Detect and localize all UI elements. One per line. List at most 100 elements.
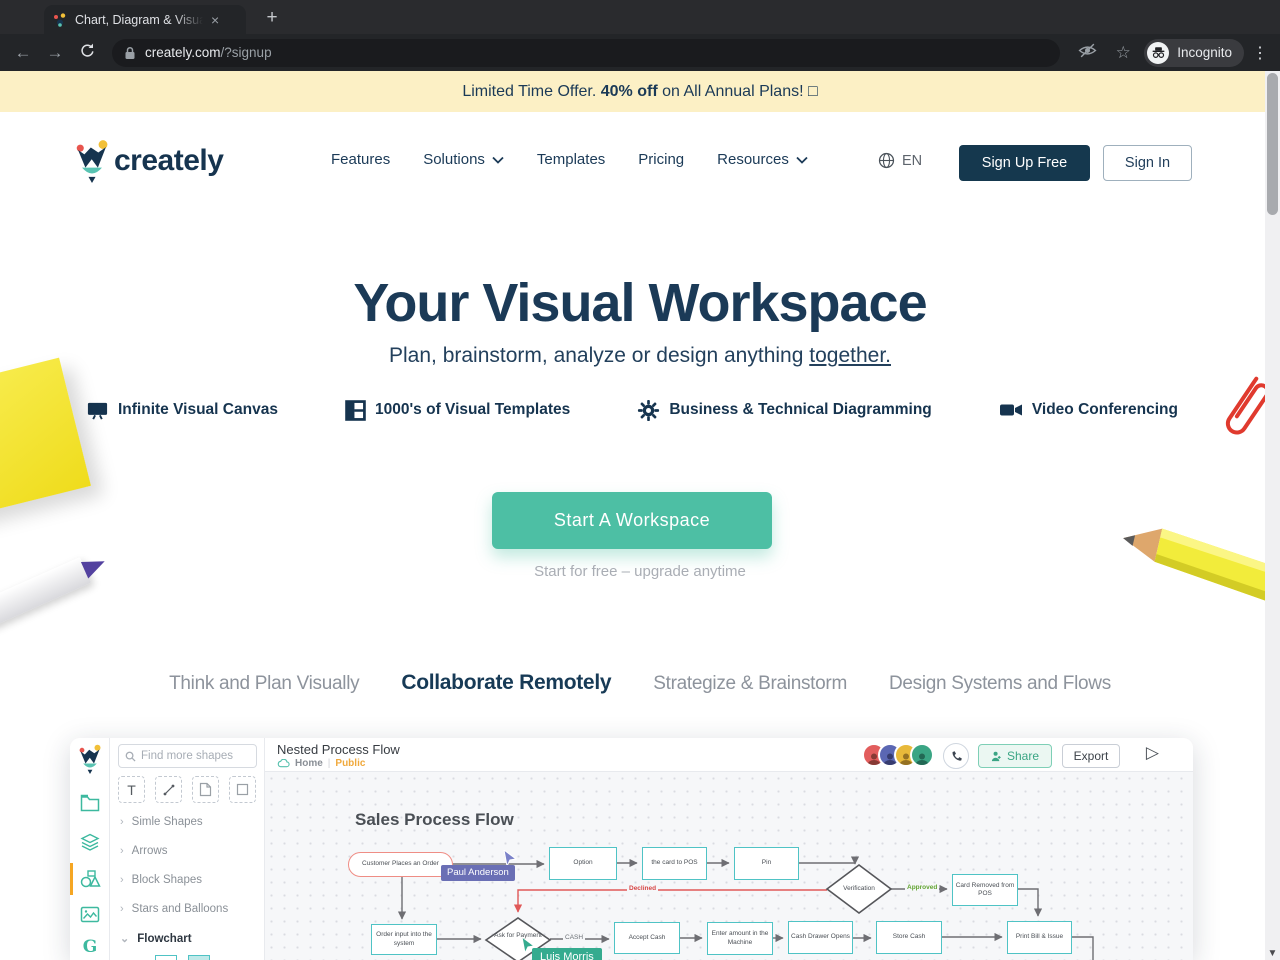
reload-icon[interactable]: [74, 42, 100, 64]
flow-node-cash-drawer[interactable]: Cash Drawer Opens: [788, 921, 853, 954]
cursor-arrow-paul: [503, 850, 517, 866]
hero-together-link[interactable]: together.: [809, 344, 891, 367]
breadcrumb-home[interactable]: Home: [295, 758, 323, 769]
chevron-down-icon: [796, 156, 808, 164]
incognito-label: Incognito: [1177, 45, 1232, 60]
flow-node-ask-payment[interactable]: Ask for Payment: [493, 932, 543, 940]
bookmark-star-icon[interactable]: ☆: [1108, 43, 1138, 63]
tab-collaborate[interactable]: Collaborate Remotely: [401, 671, 611, 695]
rail-layers-icon[interactable]: [70, 830, 110, 856]
creately-app-logo-icon: [78, 744, 102, 779]
app-left-rail: G: [70, 738, 110, 960]
flowchart-shape-thumb[interactable]: [155, 955, 177, 960]
export-button[interactable]: Export: [1062, 744, 1120, 768]
cursor-label-luis: Luis Morris: [532, 948, 602, 960]
promo-highlight: 40% off: [600, 82, 658, 100]
scrollbar-thumb[interactable]: [1267, 73, 1278, 215]
flowchart-shape-thumb[interactable]: [188, 955, 210, 960]
sticky-note-decoration: [0, 357, 91, 519]
template-grid-icon: [345, 399, 366, 421]
text-tool-button[interactable]: T: [118, 776, 145, 803]
tab-think-plan[interactable]: Think and Plan Visually: [169, 673, 360, 695]
tab-close-icon[interactable]: ×: [211, 13, 219, 27]
tab-design-systems[interactable]: Design Systems and Flows: [889, 673, 1111, 695]
tab-strategize[interactable]: Strategize & Brainstorm: [653, 673, 847, 695]
app-preview: G T ›Simle Shapes ›Arrows ›Block Shapes …: [70, 738, 1193, 960]
section-block-shapes[interactable]: › Block Shapes: [120, 874, 202, 886]
tab-title: Chart, Diagram & Visual W: [75, 12, 203, 27]
nav-features[interactable]: Features: [331, 151, 390, 168]
feature-strip: Infinite Visual Canvas 1000's of Visual …: [86, 398, 1178, 422]
cloud-icon: [277, 759, 290, 768]
chevron-down-icon: [492, 156, 504, 164]
present-play-icon[interactable]: ▷: [1146, 743, 1159, 763]
section-tabs: Think and Plan Visually Collaborate Remo…: [0, 671, 1280, 695]
promo-banner[interactable]: Limited Time Offer. 40% off on All Annua…: [0, 71, 1280, 112]
browser-menu-icon[interactable]: ⋮: [1250, 43, 1270, 63]
shape-sidebar: T ›Simle Shapes ›Arrows ›Block Shapes ›S…: [110, 738, 265, 960]
flow-node-store-cash[interactable]: Store Cash: [876, 921, 942, 954]
incognito-icon: [1147, 41, 1170, 64]
hero-title: Your Visual Workspace: [353, 273, 927, 333]
section-arrows[interactable]: › Arrows: [120, 845, 167, 857]
new-tab-button[interactable]: +: [260, 6, 284, 30]
flow-node-verification[interactable]: Verification: [829, 885, 889, 893]
flow-node-order-input[interactable]: Order input into the system: [371, 924, 437, 955]
rail-shapes-icon[interactable]: [70, 863, 110, 895]
search-icon: [125, 751, 136, 762]
sign-in-button[interactable]: Sign In: [1103, 145, 1192, 181]
marker-pen-decoration: [0, 547, 113, 635]
section-stars-balloons[interactable]: › Stars and Balloons: [120, 903, 228, 915]
shape-search-input[interactable]: [141, 750, 241, 762]
sign-up-button[interactable]: Sign Up Free: [959, 145, 1090, 181]
avatar[interactable]: [910, 743, 934, 767]
nav-solutions[interactable]: Solutions: [423, 151, 504, 168]
share-button[interactable]: Share: [978, 744, 1052, 768]
logo-wordmark: creately: [114, 144, 224, 177]
nav-pricing[interactable]: Pricing: [638, 151, 684, 168]
creately-logo[interactable]: creately: [74, 139, 224, 183]
section-flowchart[interactable]: ⌄ Flowchart: [120, 932, 192, 946]
connector-tool-button[interactable]: [155, 776, 182, 803]
gear-icon: [638, 399, 660, 421]
document-tool-button[interactable]: [192, 776, 219, 803]
pencil-decoration: [1111, 509, 1280, 632]
incognito-badge: Incognito: [1144, 38, 1244, 67]
rectangle-tool-button[interactable]: [229, 776, 256, 803]
phone-icon: [952, 750, 962, 761]
flow-label-approved: Approved: [905, 884, 940, 891]
browser-toolbar: ← → creately.com/?signup ☆ Incognito ⋮: [0, 34, 1280, 71]
flow-node-print-bill[interactable]: Print Bill & Issue: [1007, 921, 1072, 954]
flow-node-pin[interactable]: Pin: [734, 847, 799, 880]
flow-label-declined: Declined: [627, 885, 659, 892]
flow-node-enter-amount[interactable]: Enter amount in the Machine: [707, 922, 773, 955]
nav-templates[interactable]: Templates: [537, 151, 605, 168]
canvas-board-icon: [87, 402, 108, 420]
rail-gsuite-icon[interactable]: G: [70, 934, 110, 960]
browser-window: Chart, Diagram & Visual W × + ← → create…: [0, 0, 1280, 960]
breadcrumb-public[interactable]: Public: [335, 758, 365, 769]
flow-node-card-to-pos[interactable]: the card to POS: [642, 847, 707, 880]
browser-tab[interactable]: Chart, Diagram & Visual W ×: [44, 5, 246, 34]
diagram-canvas[interactable]: Sales Process Flow Customer Places an Or…: [265, 772, 1193, 960]
flow-node-option[interactable]: Option: [549, 847, 617, 880]
start-workspace-button[interactable]: Start A Workspace: [492, 492, 772, 549]
flow-node-accept-cash[interactable]: Accept Cash: [614, 922, 680, 954]
back-icon[interactable]: ←: [10, 43, 36, 63]
language-selector[interactable]: EN: [878, 152, 922, 169]
address-bar[interactable]: creately.com/?signup: [112, 38, 1061, 67]
nav-resources[interactable]: Resources: [717, 151, 808, 168]
cta-caption: Start for free – upgrade anytime: [534, 563, 746, 580]
eye-off-icon[interactable]: [1072, 41, 1102, 65]
flow-node-start[interactable]: Customer Places an Order: [348, 852, 453, 877]
rail-image-icon[interactable]: [70, 901, 110, 927]
scrollbar-down-arrow[interactable]: ▼: [1265, 948, 1280, 959]
page-scrollbar[interactable]: ▼: [1265, 71, 1280, 960]
forward-icon[interactable]: →: [42, 43, 68, 63]
section-simple-shapes[interactable]: › Simle Shapes: [120, 816, 203, 828]
flow-node-card-removed[interactable]: Card Removed from POS: [952, 874, 1018, 906]
call-button[interactable]: [943, 743, 969, 769]
shape-search[interactable]: [118, 744, 257, 768]
rail-folder-icon[interactable]: [70, 790, 110, 816]
feature-diagramming: Business & Technical Diagramming: [637, 398, 932, 422]
